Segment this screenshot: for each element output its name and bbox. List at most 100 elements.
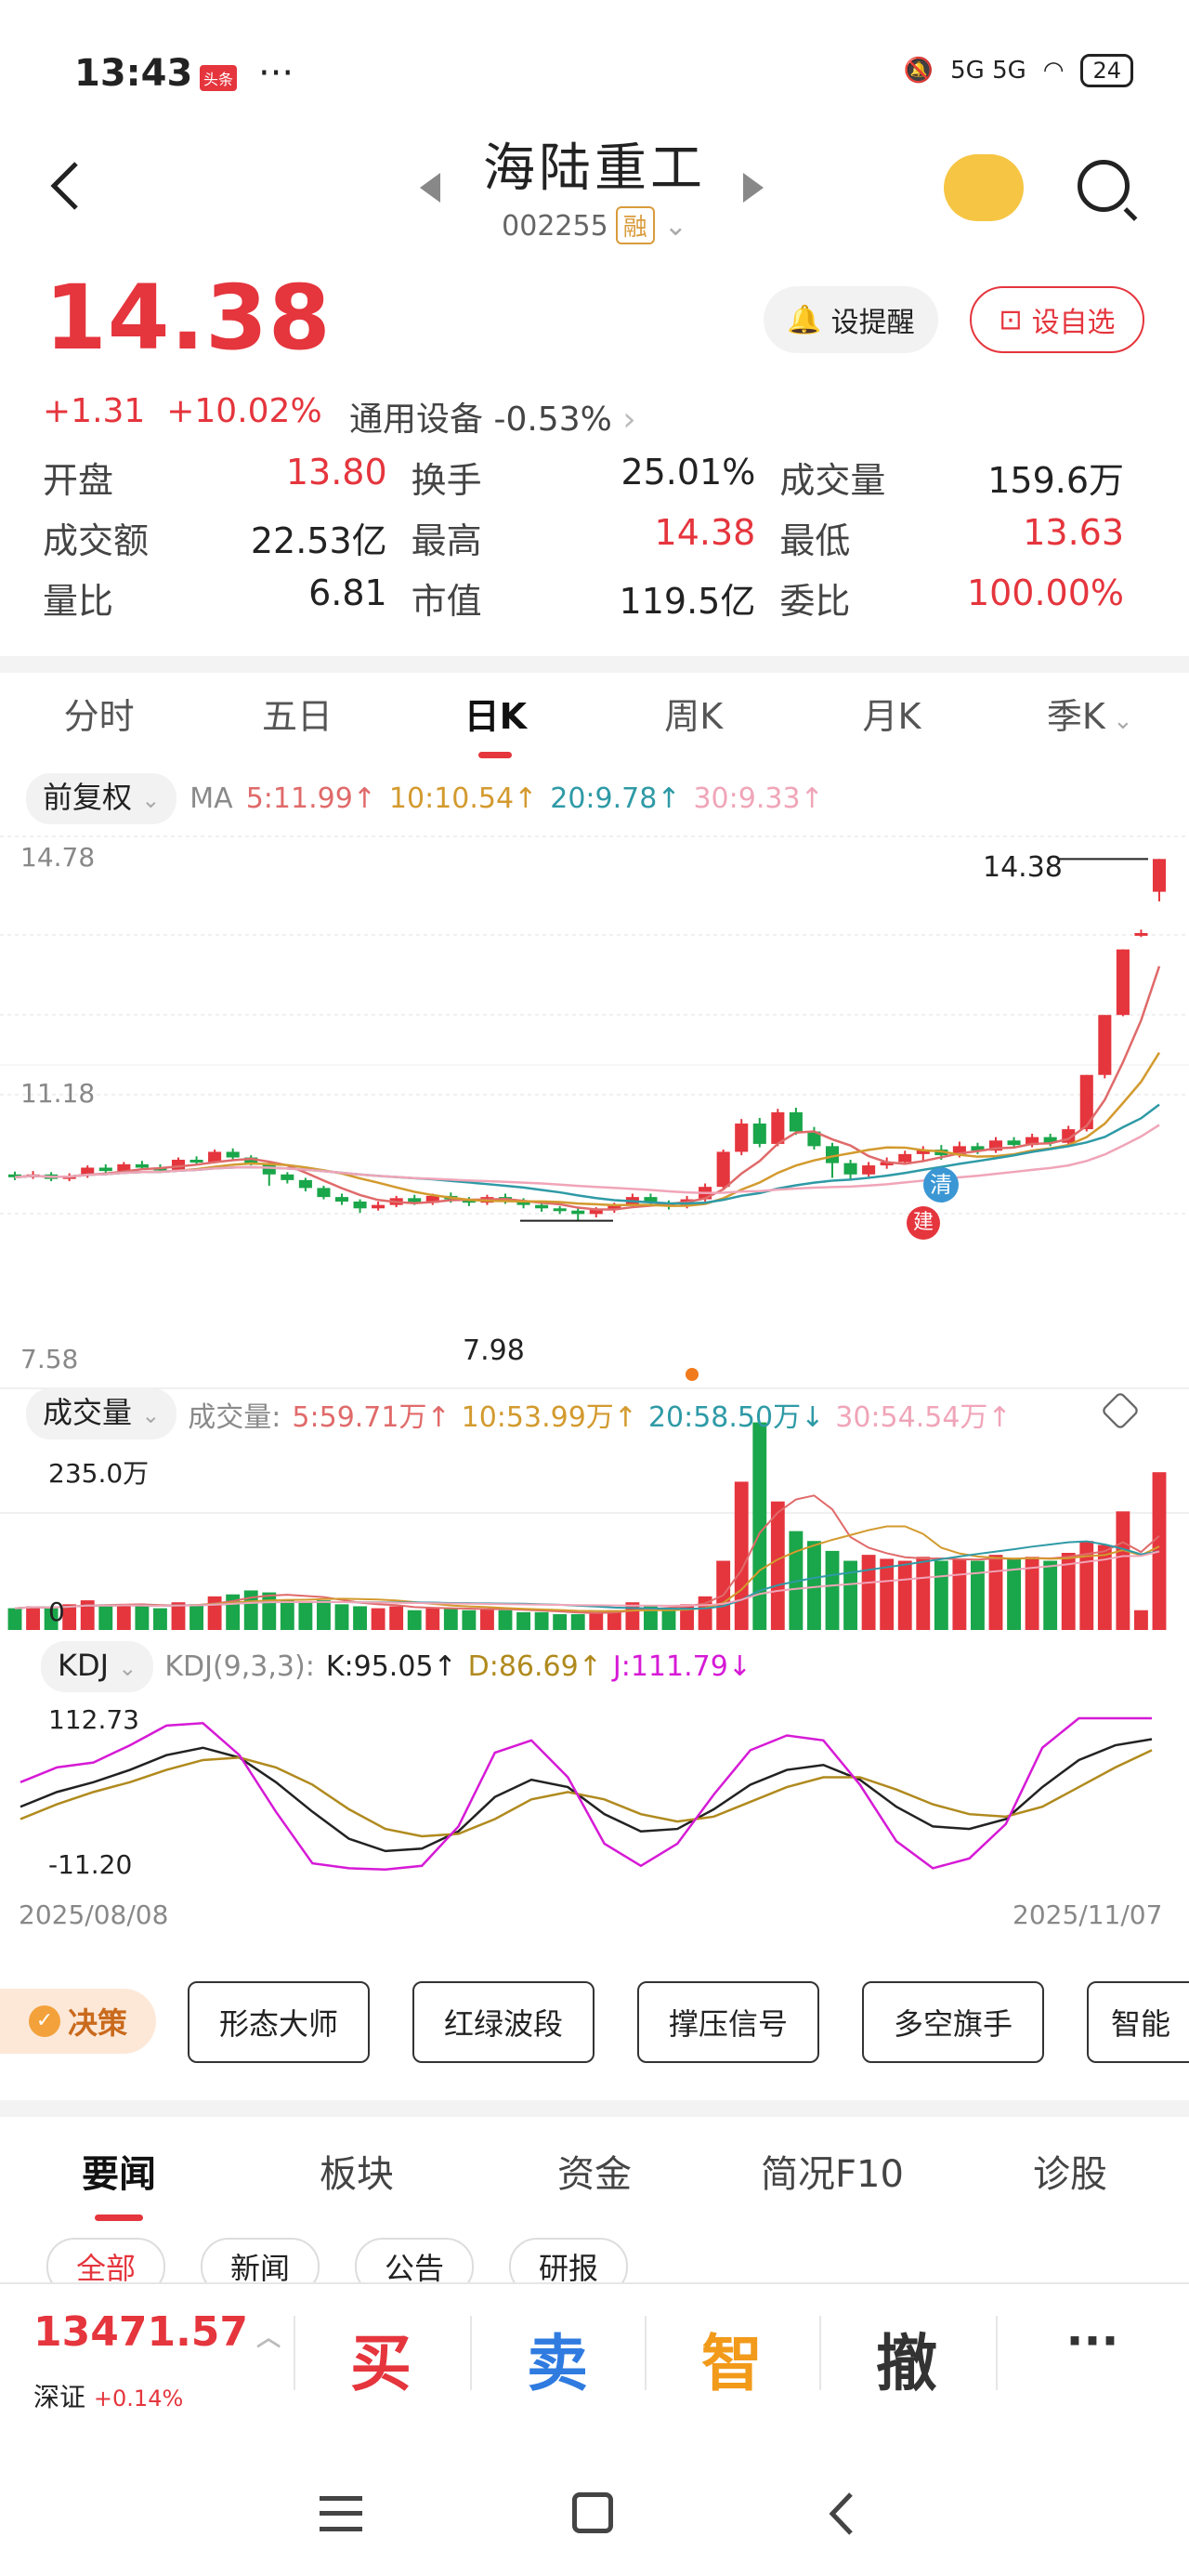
- tab-intraday[interactable]: 分时: [0, 675, 198, 764]
- volume-bar: [153, 1608, 167, 1630]
- candle-body: [789, 1111, 803, 1132]
- stat-label: 市值: [411, 581, 482, 622]
- index-name: 深证: [33, 2382, 86, 2412]
- news-tabs: 要闻 板块 资金 简况F10 诊股: [0, 2137, 1189, 2230]
- stat-label: 委比: [779, 581, 851, 622]
- change-value: +1.31: [43, 392, 146, 430]
- tab-quarterly-label: 季K: [1046, 696, 1105, 737]
- price-change: +1.31 +10.02%: [43, 392, 322, 430]
- nav-back-icon[interactable]: [827, 2491, 855, 2537]
- candle-body: [135, 1163, 149, 1168]
- volume-bar: [570, 1613, 585, 1630]
- candle-body: [898, 1153, 912, 1163]
- stat-cell: 最高 14.38: [412, 512, 780, 572]
- tab-sectors[interactable]: 板块: [238, 2137, 476, 2230]
- margin-badge: 融: [615, 206, 655, 244]
- volume-bar: [589, 1611, 604, 1630]
- tab-diagnosis[interactable]: 诊股: [951, 2137, 1189, 2230]
- tab-five-day[interactable]: 五日: [198, 675, 396, 764]
- signal-icon: 5G 5G: [950, 57, 1026, 85]
- candle-body: [553, 1208, 567, 1212]
- stat-value: 25.01%: [621, 452, 756, 493]
- add-watchlist-button[interactable]: ⊡ 设自选: [970, 286, 1144, 353]
- event-dot[interactable]: [686, 1368, 699, 1381]
- volume-bar: [280, 1600, 294, 1630]
- volume-bar: [1043, 1560, 1058, 1630]
- kdj-select[interactable]: KDJ ⌄: [41, 1641, 154, 1692]
- volume-bar: [135, 1606, 150, 1630]
- volume-bar: [553, 1613, 568, 1630]
- candle-body: [571, 1210, 585, 1215]
- volume-bar: [880, 1558, 895, 1630]
- more-button[interactable]: ···: [1046, 2314, 1139, 2368]
- stat-value: 22.53亿: [250, 520, 387, 561]
- volume-bar: [934, 1560, 948, 1630]
- volume-bar: [1116, 1511, 1130, 1630]
- menu-icon[interactable]: [320, 2496, 362, 2531]
- smart-button[interactable]: 智: [686, 2314, 778, 2403]
- candle-body: [98, 1167, 112, 1172]
- tab-headlines[interactable]: 要闻: [0, 2137, 238, 2230]
- ma30-value: 30:9.33↑: [693, 782, 824, 815]
- chevron-down-icon: ⌄: [663, 210, 687, 243]
- index-value[interactable]: 13471.57 ︿: [33, 2308, 281, 2356]
- tab-weekly-k[interactable]: 周K: [594, 675, 792, 764]
- next-stock-arrow-icon[interactable]: [743, 173, 764, 203]
- candle-body: [334, 1197, 349, 1202]
- cancel-order-button[interactable]: 撤: [860, 2314, 953, 2403]
- volume-bar: [371, 1608, 385, 1630]
- stat-label: 成交额: [43, 520, 150, 561]
- stat-label: 成交量: [779, 460, 886, 501]
- volume-bar: [189, 1604, 203, 1630]
- tab-f10[interactable]: 简况F10: [713, 2137, 951, 2230]
- ma20-line: [14, 1103, 1160, 1205]
- volume-ma20-line: [14, 1540, 1160, 1610]
- ma5-value: 5:11.99↑: [245, 782, 376, 815]
- set-reminder-button[interactable]: 🔔 设提醒: [764, 286, 938, 353]
- kdj-params: KDJ(9,3,3):: [164, 1650, 315, 1683]
- candle-body: [208, 1151, 222, 1163]
- volume-select[interactable]: 成交量 ⌄: [26, 1388, 177, 1439]
- sector-link[interactable]: 通用设备 -0.53% ›: [349, 392, 636, 440]
- clear-marker[interactable]: 清: [923, 1167, 959, 1203]
- volume-bar: [534, 1611, 549, 1630]
- home-icon[interactable]: [572, 2492, 613, 2533]
- build-marker[interactable]: 建: [907, 1206, 940, 1240]
- volume-bar: [916, 1557, 931, 1630]
- current-price: 14.38: [45, 266, 332, 370]
- volume-bar: [971, 1560, 985, 1630]
- section-divider: [0, 2100, 1189, 2117]
- search-icon[interactable]: [1078, 160, 1130, 212]
- volume-bar: [443, 1608, 458, 1630]
- volume-bar: [26, 1606, 40, 1630]
- mascot-icon[interactable]: [944, 154, 1024, 221]
- decision-chip[interactable]: ✓ 决策: [0, 1989, 156, 2054]
- volume-bar: [7, 1608, 22, 1630]
- tool-support-resistance[interactable]: 撑压信号: [637, 1981, 819, 2063]
- tool-red-green-wave[interactable]: 红绿波段: [412, 1981, 594, 2063]
- tab-monthly-k[interactable]: 月K: [792, 675, 990, 764]
- kline-chart[interactable]: [0, 823, 1189, 1929]
- stat-cell: 量比 6.81: [43, 572, 412, 633]
- prev-stock-arrow-icon[interactable]: [420, 173, 440, 203]
- sell-button[interactable]: 卖: [511, 2314, 604, 2403]
- sector-name: 通用设备: [349, 401, 484, 439]
- price-axis-bottom: 7.58: [20, 1344, 79, 1374]
- tool-pattern-master[interactable]: 形态大师: [188, 1981, 370, 2063]
- volume-bar: [770, 1501, 785, 1630]
- tool-smart[interactable]: 智能: [1087, 1981, 1189, 2063]
- tab-capital[interactable]: 资金: [476, 2137, 713, 2230]
- volume-bar: [825, 1550, 840, 1630]
- candle-body: [1098, 1015, 1112, 1075]
- divider: [996, 2316, 998, 2390]
- volume-bar: [897, 1560, 912, 1630]
- buy-button[interactable]: 买: [334, 2314, 427, 2403]
- tab-quarterly-k[interactable]: 季K ⌄: [991, 675, 1189, 764]
- divider: [470, 2316, 472, 2390]
- stat-value: 100.00%: [966, 572, 1125, 613]
- tab-daily-k[interactable]: 日K: [397, 675, 594, 764]
- adjust-select[interactable]: 前复权 ⌄: [26, 773, 177, 824]
- tool-bull-bear-flag[interactable]: 多空旗手: [862, 1981, 1044, 2063]
- stock-code: 002255: [502, 210, 608, 243]
- bell-icon: 🔔: [787, 303, 822, 336]
